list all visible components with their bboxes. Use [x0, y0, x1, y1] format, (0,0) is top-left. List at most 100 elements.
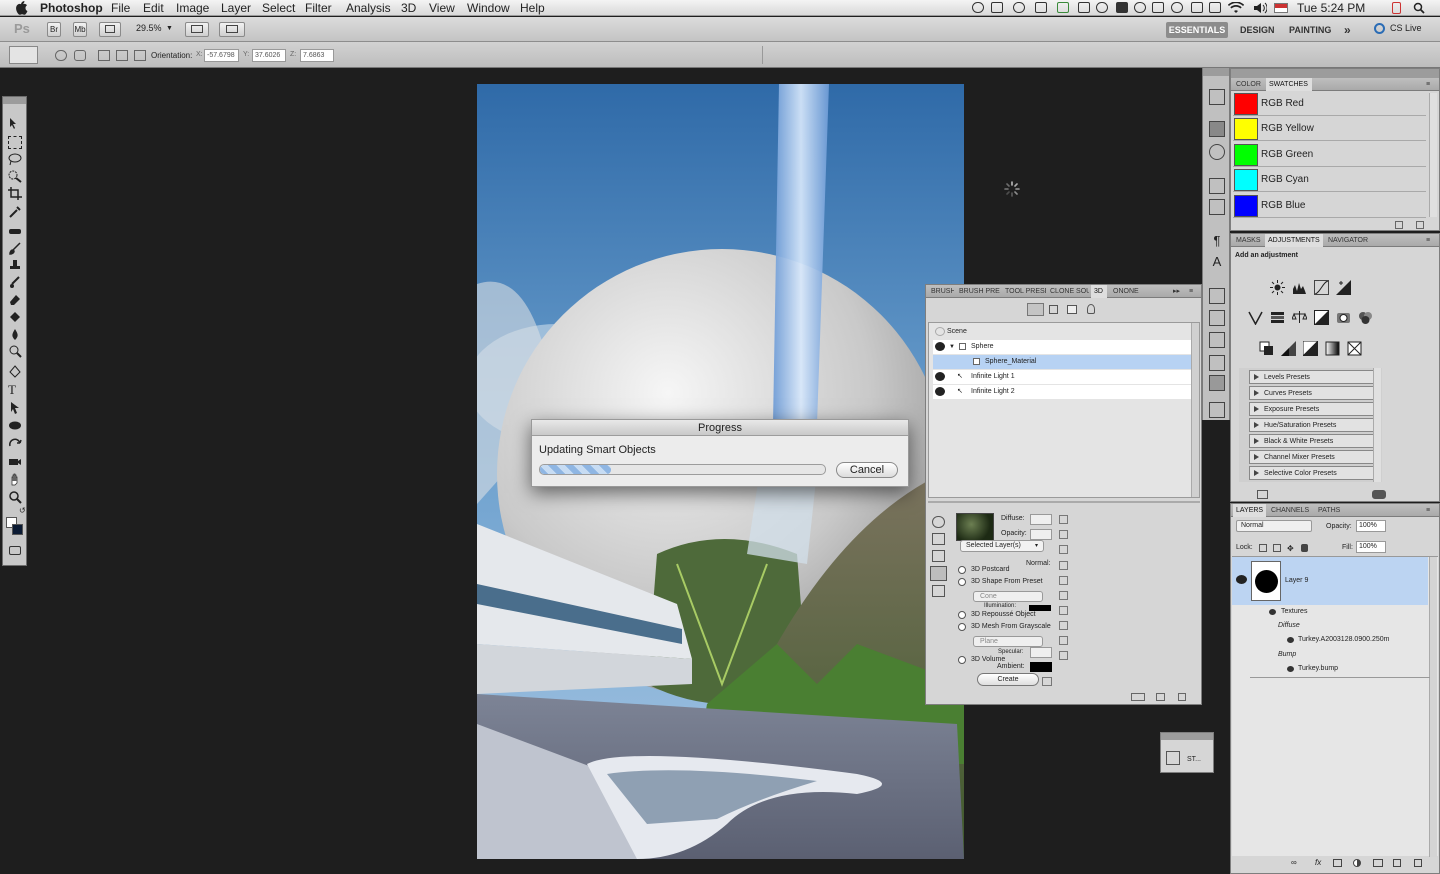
link-layers-icon[interactable]: ∞ [1291, 858, 1303, 867]
menu-window[interactable]: Window [467, 1, 510, 15]
ellipse-tool-icon[interactable] [8, 419, 22, 432]
bluetooth-icon[interactable] [1191, 2, 1203, 13]
background-color-swatch[interactable] [12, 524, 23, 535]
diffuse-swatch[interactable] [1030, 514, 1052, 525]
globe-icon[interactable] [1134, 2, 1146, 13]
clone-source-panel-icon[interactable] [1209, 355, 1225, 371]
toggle-ground-icon[interactable] [1131, 693, 1145, 701]
cs-live-button[interactable]: CS Live [1390, 23, 1422, 33]
panel-menu-icon[interactable]: ≡ [1423, 234, 1437, 247]
scrollbar[interactable] [1373, 368, 1381, 482]
texture-menu-icon[interactable] [1059, 576, 1068, 585]
preset-item[interactable]: Exposure Presets [1249, 402, 1378, 416]
actions-panel-icon[interactable] [1209, 178, 1225, 194]
texture-menu-icon[interactable] [1059, 530, 1068, 539]
animation-panel-icon[interactable] [1209, 199, 1225, 215]
eye-icon[interactable] [935, 327, 945, 336]
menu-3d[interactable]: 3D [401, 1, 416, 15]
invert-icon[interactable] [1259, 341, 1274, 356]
menu-layer[interactable]: Layer [221, 1, 251, 15]
lock-image-icon[interactable] [1273, 544, 1281, 552]
roll-3d-icon[interactable] [74, 50, 86, 61]
drag-3d-icon[interactable] [98, 50, 110, 61]
levels-icon[interactable] [1292, 280, 1307, 295]
trash-icon[interactable] [1178, 693, 1186, 701]
apple-icon[interactable] [14, 0, 28, 15]
menu-select[interactable]: Select [262, 1, 295, 15]
fill-field[interactable]: 100% [1356, 541, 1386, 553]
tool-presets-panel-icon[interactable] [1209, 332, 1225, 348]
exposure-icon[interactable] [1336, 280, 1351, 295]
paint-bucket-tool-icon[interactable] [8, 311, 22, 324]
hand-tool-icon[interactable] [8, 473, 22, 486]
collapse-panel-icon[interactable]: ▸▸ [1170, 285, 1182, 298]
swatch-item[interactable]: RGB Green [1233, 143, 1426, 167]
vibrance-icon[interactable] [1248, 310, 1263, 326]
histogram-panel-icon[interactable] [1209, 121, 1225, 137]
preset-item[interactable]: Channel Mixer Presets [1249, 450, 1378, 464]
tab-brush[interactable]: BRUSH [928, 285, 954, 298]
clip-to-layer-icon[interactable] [1372, 490, 1386, 499]
tab-layers[interactable]: LAYERS [1233, 504, 1266, 517]
dropbox-icon[interactable] [972, 2, 984, 13]
3d-rotate-tool-icon[interactable] [8, 438, 22, 451]
mini-bridge-button[interactable]: Mb [73, 22, 87, 37]
slide-3d-icon[interactable] [116, 50, 128, 61]
scale-3d-icon[interactable] [134, 50, 146, 61]
texture-menu-icon[interactable] [1059, 636, 1068, 645]
walk-object-icon[interactable] [930, 566, 947, 581]
material-thumbnail[interactable] [956, 513, 994, 541]
paragraph-panel-icon[interactable]: ¶ [1209, 233, 1225, 249]
scale-object-icon[interactable] [932, 585, 945, 597]
clone-stamp-tool-icon[interactable] [8, 259, 22, 272]
add-mask-icon[interactable] [1333, 859, 1342, 867]
menu-file[interactable]: File [111, 1, 130, 15]
preset-item[interactable]: Levels Presets [1249, 370, 1378, 384]
eye-icon[interactable] [935, 372, 945, 381]
layer-name[interactable]: Layer 9 [1285, 577, 1308, 584]
opacity-field[interactable] [1030, 529, 1052, 540]
script-icon[interactable] [1152, 2, 1164, 13]
crop-tool-icon[interactable] [8, 187, 22, 200]
battery-icon[interactable] [1209, 2, 1221, 13]
gear-icon[interactable] [1078, 2, 1090, 13]
tab-color[interactable]: COLOR [1233, 78, 1264, 91]
scene-row[interactable]: Sphere_Material [933, 355, 1191, 369]
source-select[interactable]: Selected Layer(s) ▾ [960, 540, 1044, 552]
texture-menu-icon[interactable] [1059, 621, 1068, 630]
scrollbar[interactable] [1429, 93, 1437, 217]
swatch-item[interactable]: RGB Red [1233, 92, 1426, 116]
hue-saturation-icon[interactable] [1270, 310, 1285, 325]
history-brush-tool-icon[interactable] [8, 276, 22, 289]
eye-icon[interactable] [1236, 575, 1247, 584]
app-menu[interactable]: Photoshop [40, 1, 103, 15]
eraser-tool-icon[interactable] [8, 293, 22, 306]
color-balance-icon[interactable] [1291, 310, 1308, 325]
eyedropper-tool-icon[interactable] [8, 205, 22, 218]
more-workspaces-button[interactable]: » [1344, 22, 1351, 38]
layer-row[interactable]: Layer 9 [1232, 557, 1428, 605]
repousse-radio[interactable] [958, 611, 966, 619]
wifi-icon[interactable] [1228, 2, 1244, 14]
orientation-y-field[interactable]: 37.6026 [252, 49, 286, 62]
link-icon[interactable] [1035, 2, 1047, 13]
tool-preset-picker[interactable] [9, 46, 38, 64]
styles-icon[interactable] [1166, 751, 1180, 765]
camera-icon[interactable] [991, 2, 1003, 13]
scene-filter-icon[interactable] [1027, 303, 1044, 316]
trash-icon[interactable] [1416, 221, 1424, 229]
onone-panel-icon[interactable] [1209, 402, 1225, 418]
sync-icon[interactable] [1096, 2, 1108, 13]
brightness-contrast-icon[interactable] [1270, 280, 1285, 295]
volume-icon[interactable] [1253, 2, 1267, 14]
chevron-down-icon[interactable]: ▼ [166, 25, 173, 32]
texture-menu-icon[interactable] [1059, 651, 1068, 660]
swap-colors-icon[interactable]: ↺ [19, 506, 26, 515]
panel-menu-icon[interactable]: ≡ [1186, 285, 1198, 298]
threshold-icon[interactable] [1302, 340, 1320, 358]
bridge-button[interactable]: Br [47, 22, 61, 37]
texture-menu-icon[interactable] [1059, 591, 1068, 600]
diffuse-texture-file[interactable]: Turkey.A2003128.0900.250m [1298, 636, 1389, 643]
mesh-grayscale-radio[interactable] [958, 623, 966, 631]
layer-thumbnail[interactable] [1251, 561, 1281, 601]
